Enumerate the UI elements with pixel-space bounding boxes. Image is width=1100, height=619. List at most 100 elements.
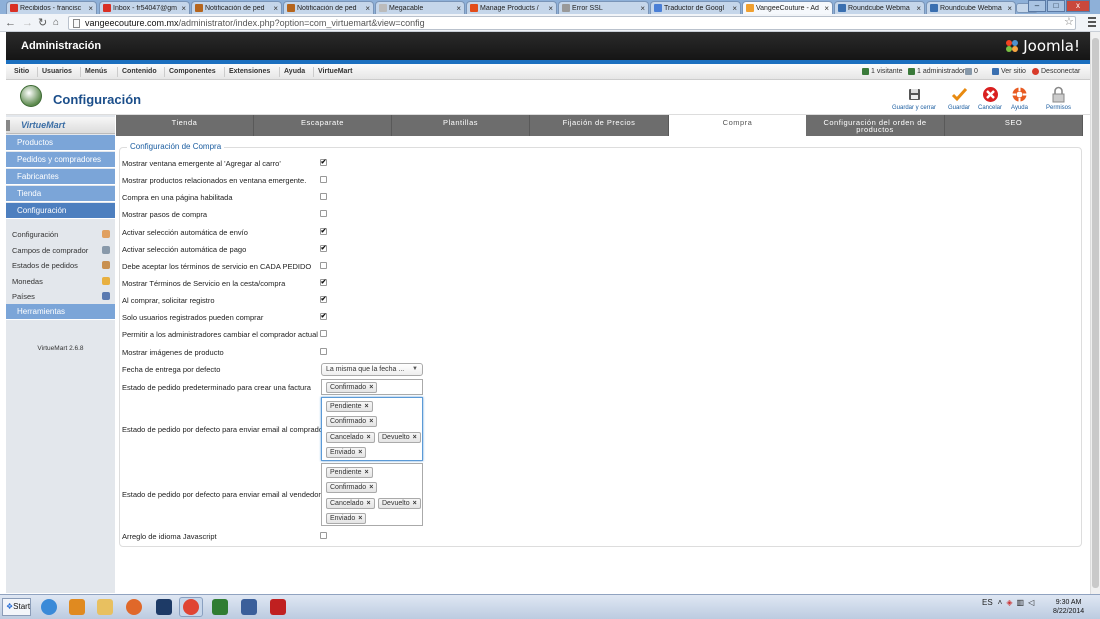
url-input[interactable]: vangeecouture.com.mx/administrator/index… [68, 16, 1076, 30]
sidebar-item-countries[interactable]: Países [6, 289, 115, 304]
minimize-button[interactable]: – [1028, 0, 1046, 12]
permisos-button[interactable]: Permisos [1046, 86, 1071, 111]
browser-menu-icon[interactable] [1088, 17, 1096, 29]
page-scrollbar-thumb[interactable] [1092, 38, 1099, 588]
sidebar-item-currency[interactable]: Monedas [6, 274, 115, 289]
browser-tab[interactable]: Roundcube Webma × [834, 1, 925, 14]
chip-remove-icon[interactable]: × [369, 484, 373, 491]
tab-close-icon[interactable]: × [456, 4, 461, 13]
chip-remove-icon[interactable]: × [358, 515, 362, 522]
invoice-status-multiselect[interactable]: Confirmado × [321, 379, 423, 395]
menu-item[interactable]: Componentes [169, 68, 216, 75]
setting-checkbox[interactable] [320, 262, 327, 269]
sidebar-group-herramientas[interactable]: Herramientas [6, 304, 115, 320]
home-icon[interactable]: ⌂ [53, 16, 59, 30]
chip-remove-icon[interactable]: × [369, 418, 373, 425]
network-icon[interactable]: ▥ [1017, 598, 1025, 607]
menu-item[interactable]: Usuarios [42, 68, 72, 75]
setting-checkbox[interactable]: ✔ [320, 228, 327, 235]
browser-tab[interactable]: VangeeCouture - Ad × [742, 1, 833, 14]
setting-checkbox[interactable]: ✔ [320, 159, 327, 166]
tray-app-icon[interactable]: ◈ [1006, 598, 1012, 607]
setting-checkbox[interactable] [320, 193, 327, 200]
setting-checkbox[interactable] [320, 348, 327, 355]
tab-escaparate[interactable]: Escaparate [254, 115, 392, 136]
close-window-button[interactable]: x [1066, 0, 1090, 12]
chip-remove-icon[interactable]: × [365, 469, 369, 476]
chip-remove-icon[interactable]: × [366, 434, 370, 441]
taskbar-app[interactable] [65, 597, 89, 617]
chip-remove-icon[interactable]: × [413, 500, 417, 507]
tab-close-icon[interactable]: × [88, 4, 93, 13]
guardar-button[interactable]: Guardar [948, 86, 970, 111]
tab-plantillas[interactable]: Plantillas [392, 115, 530, 136]
setting-checkbox[interactable] [320, 176, 327, 183]
sidebar-group-fabricantes[interactable]: Fabricantes [6, 169, 115, 185]
tab-close-icon[interactable]: × [1007, 4, 1012, 13]
js-language-checkbox[interactable] [320, 532, 327, 539]
tab-compra[interactable]: Compra [669, 115, 806, 136]
chip-remove-icon[interactable]: × [366, 500, 370, 507]
setting-checkbox[interactable]: ✔ [320, 313, 327, 320]
menu-item[interactable]: Ayuda [284, 68, 305, 75]
browser-tab[interactable]: Traductor de Googl × [650, 1, 741, 14]
reload-icon[interactable]: ↻ [38, 16, 47, 30]
tab-seo[interactable]: SEO [945, 115, 1083, 136]
setting-checkbox[interactable] [320, 330, 327, 337]
sidebar-group-configuración[interactable]: Configuración [6, 203, 115, 219]
taskbar-app[interactable] [122, 597, 146, 617]
menu-item[interactable]: Extensiones [229, 68, 270, 75]
setting-checkbox[interactable]: ✔ [320, 245, 327, 252]
setting-checkbox[interactable]: ✔ [320, 279, 327, 286]
sidebar-item-fields[interactable]: Campos de comprador [6, 243, 115, 258]
taskbar-app[interactable] [152, 597, 176, 617]
tab-close-icon[interactable]: × [181, 4, 186, 13]
menu-item[interactable]: VirtueMart [318, 68, 353, 75]
email-vendor-multiselect[interactable]: Pendiente × Confirmado × Cancelado × Devuelto ×… [321, 463, 423, 526]
menu-item[interactable]: Sitio [14, 68, 29, 75]
sidebar-group-pedidos-y-compradores[interactable]: Pedidos y compradores [6, 152, 115, 168]
taskbar-app[interactable] [208, 597, 232, 617]
cancelar-button[interactable]: Cancelar [978, 86, 1002, 111]
volume-icon[interactable]: ◁ [1028, 598, 1034, 607]
taskbar-app[interactable] [266, 597, 290, 617]
browser-tab[interactable]: Error SSL × [558, 1, 649, 14]
sidebar-item-order-status[interactable]: Estados de pedidos [6, 258, 115, 273]
clock[interactable]: 9:30 AM 8/22/2014 [1053, 598, 1084, 616]
tab-close-icon[interactable]: × [732, 4, 737, 13]
setting-checkbox[interactable] [320, 210, 327, 217]
tab-close-icon[interactable]: × [365, 4, 370, 13]
bookmark-star-icon[interactable]: ☆ [1064, 15, 1074, 28]
browser-tab[interactable]: Inbox - fr54047@gm × [99, 1, 190, 14]
browser-tab[interactable]: Recibidos - francisc × [6, 1, 97, 14]
taskbar-app[interactable] [237, 597, 261, 617]
browser-tab[interactable]: Manage Products / × [466, 1, 557, 14]
chip-remove-icon[interactable]: × [413, 434, 417, 441]
back-arrow-icon[interactable]: ← [5, 16, 16, 30]
sidebar-collapse-handle[interactable] [6, 120, 10, 131]
status-logout[interactable]: Desconectar [1032, 68, 1080, 75]
chip-remove-icon[interactable]: × [365, 403, 369, 410]
start-button[interactable]: ❖Start [2, 598, 31, 616]
ayuda-button[interactable]: Ayuda [1011, 86, 1028, 111]
page-info-icon[interactable] [73, 19, 80, 28]
tab-close-icon[interactable]: × [916, 4, 921, 13]
status-view-site[interactable]: Ver sitio [992, 68, 1026, 75]
delivery-date-select[interactable]: La misma que la fecha ... ▼ [321, 363, 423, 376]
tab-close-icon[interactable]: × [640, 4, 645, 13]
chip-remove-icon[interactable]: × [369, 384, 373, 391]
maximize-button[interactable]: □ [1047, 0, 1065, 12]
sidebar-item-config[interactable]: Configuración [6, 227, 115, 242]
tab-configuración-del-orden-de-productos[interactable]: Configuración del orden de productos [806, 115, 945, 136]
browser-tab[interactable]: Roundcube Webma × [926, 1, 1016, 14]
menu-item[interactable]: Menús [85, 68, 107, 75]
browser-tab[interactable]: Notificación de ped × [191, 1, 282, 14]
language-indicator[interactable]: ES [982, 598, 993, 607]
email-buyer-multiselect[interactable]: Pendiente × Confirmado × Cancelado × Devuelto ×… [321, 397, 423, 461]
sidebar-group-tienda[interactable]: Tienda [6, 186, 115, 202]
sidebar-group-productos[interactable]: Productos [6, 135, 115, 151]
taskbar-app[interactable] [179, 597, 203, 617]
guardar-y-cerrar-button[interactable]: Guardar y cerrar [892, 86, 936, 111]
taskbar-app[interactable] [37, 597, 61, 617]
menu-item[interactable]: Contenido [122, 68, 157, 75]
